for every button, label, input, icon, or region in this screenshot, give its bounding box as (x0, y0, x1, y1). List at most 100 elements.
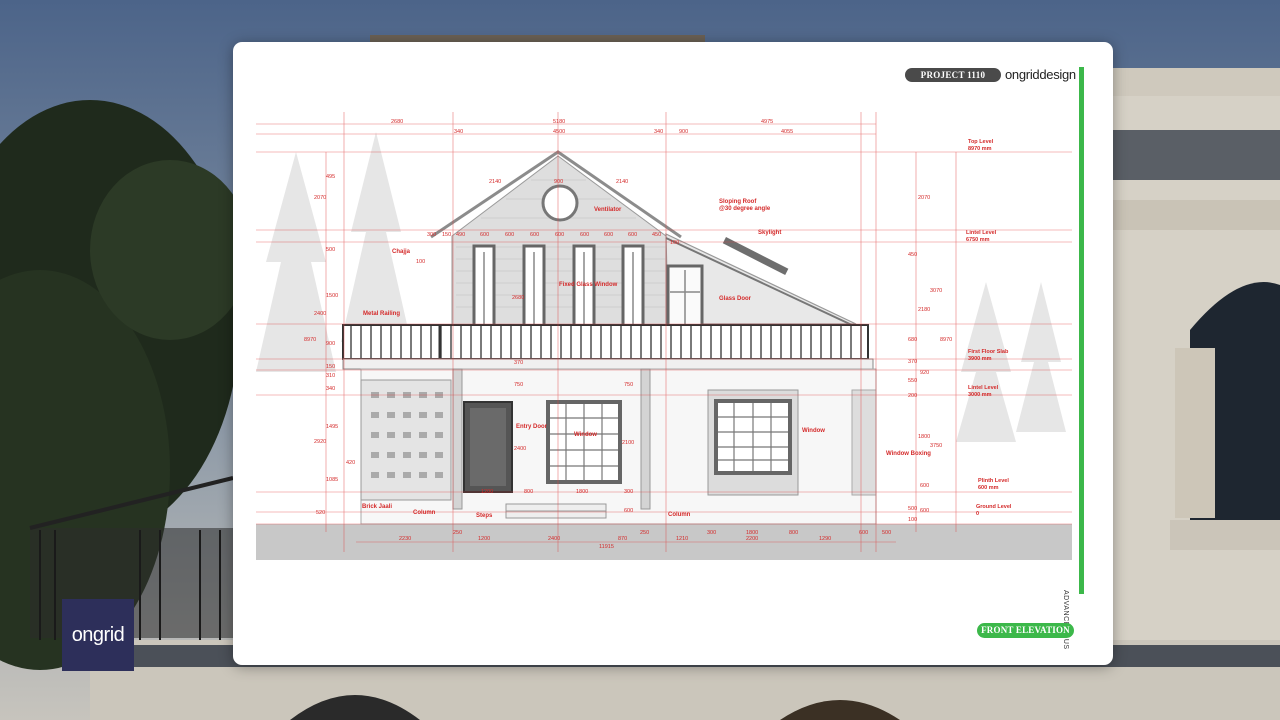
dim-top: 4055 (781, 129, 793, 135)
green-accent-bar (1079, 67, 1084, 594)
project-tag: PROJECT 1110 (905, 68, 1001, 82)
dim-bottom: 2230 (399, 536, 411, 542)
level-name: Lintel Level (968, 385, 999, 391)
dim-right: 100 (908, 517, 917, 523)
dim-inner: 750 (624, 382, 633, 388)
dim-gable-windows: 600 (505, 232, 514, 238)
dim-inner: 750 (514, 382, 523, 388)
dim-bottom: 1200 (478, 536, 490, 542)
dim-bottom: 500 (882, 530, 891, 536)
dim-top: 2680 (391, 119, 403, 125)
dim-right: 3070 (930, 288, 942, 294)
dim-inner: 2400 (514, 446, 526, 452)
dim-left: 495 (326, 174, 335, 180)
dim-bottom: 1210 (676, 536, 688, 542)
level-value: 8970 mm (968, 146, 992, 152)
dim-gable-windows: 600 (604, 232, 613, 238)
dim-inner: 1800 (576, 489, 588, 495)
dim-right: 450 (908, 252, 917, 258)
dim-right: 2070 (918, 195, 930, 201)
label-column: Column (413, 510, 436, 516)
dim-gable-windows: 600 (580, 232, 589, 238)
dim-inner: 100 (416, 259, 425, 265)
dim-gable-windows: 600 (480, 232, 489, 238)
dim-right: 8970 (940, 337, 952, 343)
first-floor-slab (342, 358, 874, 370)
dim-left: 1495 (326, 424, 338, 430)
front-elevation-drawing: 2680 5180 4975 340 4500 340 900 4055 214… (256, 112, 1072, 560)
dim-inner: 800 (524, 489, 533, 495)
label-window-boxing: Window Boxing (886, 451, 931, 457)
dim-top: 900 (679, 129, 688, 135)
level-name: Top Level (968, 139, 994, 145)
dim-left: 2920 (314, 439, 326, 445)
dim-left: 1085 (326, 477, 338, 483)
dim-right: 680 (908, 337, 917, 343)
label-steps: Steps (476, 513, 493, 519)
dim-inner: 100 (670, 240, 679, 246)
dim-bottom: 870 (618, 536, 627, 542)
dim-inner: 300 (624, 489, 633, 495)
label-window: Window (802, 428, 825, 434)
dim-left: 2070 (314, 195, 326, 201)
label-sloping-roof: Sloping Roof (719, 199, 757, 205)
level-name: Lintel Level (966, 230, 997, 236)
drawing-sheet: PROJECT 1110 ongriddesign ADVANCE PLUS F… (233, 42, 1113, 665)
label-column: Column (668, 512, 691, 518)
label-sloping-roof-angle: @30 degree angle (719, 206, 771, 212)
label-ventilator: Ventilator (594, 207, 622, 213)
dim-inner: 370 (514, 360, 523, 366)
dim-bottom: 600 (859, 530, 868, 536)
dim-right: 200 (908, 393, 917, 399)
dim-gable-windows: 450 (652, 232, 661, 238)
dim-gable-windows: 600 (628, 232, 637, 238)
level-value: 3000 mm (968, 392, 992, 398)
side-wall (851, 389, 877, 496)
side-label: ADVANCE PLUS (1062, 590, 1069, 650)
dim-left: 2400 (314, 311, 326, 317)
ongrid-logo-badge: ongrid (62, 599, 134, 671)
column (452, 368, 463, 510)
view-label: FRONT ELEVATION (977, 623, 1074, 638)
dim-left: 8970 (304, 337, 316, 343)
dim-top: 5180 (553, 119, 565, 125)
column (640, 368, 651, 510)
dim-left: 500 (326, 247, 335, 253)
dim-right: 500 (908, 506, 917, 512)
dim-left: 340 (326, 386, 335, 392)
ventilator (541, 184, 579, 222)
level-name: Ground Level (976, 504, 1012, 510)
label-window: Window (574, 432, 597, 438)
label-skylight: Skylight (758, 230, 781, 236)
level-value: 0 (976, 511, 979, 517)
brand-logo: ongriddesign (1005, 67, 1076, 82)
dim-inner: 600 (624, 508, 633, 514)
label-chajja: Chajja (392, 249, 411, 255)
dim-left: 150 (326, 364, 335, 370)
dim-gable-windows: 600 (555, 232, 564, 238)
dim-bottom: 250 (640, 530, 649, 536)
dim-left: 900 (326, 341, 335, 347)
dim-bottom: 2200 (746, 536, 758, 542)
dim-top: 4500 (553, 129, 565, 135)
dim-right: 600 (920, 508, 929, 514)
total-width: 11915 (599, 544, 614, 550)
dim-bottom: 2400 (548, 536, 560, 542)
label-brick-jaali: Brick Jaali (362, 504, 392, 510)
dim-bottom: 1290 (819, 536, 831, 542)
dim-bottom: 800 (789, 530, 798, 536)
dim-gable-windows: 490 (456, 232, 465, 238)
dim-gable: 2140 (616, 179, 628, 185)
dim-gable-windows: 600 (530, 232, 539, 238)
dim-gable-windows: 300 (427, 232, 436, 238)
dim-right: 3750 (930, 443, 942, 449)
level-value: 600 mm (978, 485, 999, 491)
dim-right: 600 (920, 483, 929, 489)
dim-inner: 2100 (622, 440, 634, 446)
level-value: 3900 mm (968, 356, 992, 362)
level-name: First Floor Slab (968, 349, 1009, 355)
dim-left: 520 (316, 510, 325, 516)
label-metal-railing: Metal Railing (363, 311, 400, 317)
dim-inner: 1200 (481, 489, 493, 495)
dim-top: 340 (654, 129, 663, 135)
